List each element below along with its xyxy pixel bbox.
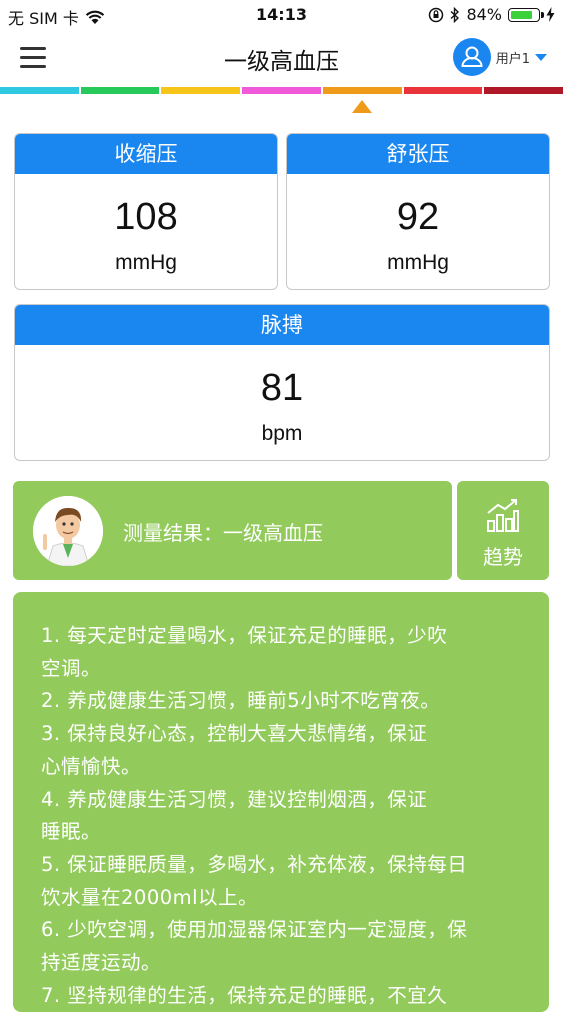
advice-line: 1. 每天定时定量喝水，保证充足的睡眠，少吹 [41,624,448,647]
result-text: 测量结果：一级高血压 [123,521,323,545]
chevron-down-icon[interactable] [535,53,547,61]
advice-line: 7. 坚持规律的生活，保持充足的睡眠，不宜久 [41,983,448,1007]
advice-line: 5. 保证睡眠质量，多喝水，补充体液，保持每日 [41,852,468,876]
systolic-value: 108 [114,196,178,238]
battery-icon [508,7,544,22]
result-panel: 测量结果：一级高血压 [13,481,452,580]
battery-percent: 84% [466,5,502,24]
advice-line: 2. 养成健康生活习惯，睡前5小时不吃宵夜。 [41,689,441,713]
charging-bolt-icon [546,7,555,22]
diastolic-value: 92 [396,196,440,238]
status-right: 84% [428,5,555,24]
advice-line: 睡眠。 [41,820,102,844]
pulse-value: 81 [260,367,304,409]
user-label[interactable]: 用户1 [496,48,530,67]
diastolic-card: 舒张压 92 mmHg [286,133,550,290]
level-segment [0,87,79,94]
bar-chart-trend-icon [487,499,519,532]
diastolic-unit: mmHg [387,251,449,274]
user-selector[interactable]: 用户1 [452,38,547,76]
level-segment [80,87,160,94]
advice-line: 空调。 [41,656,102,680]
pulse-unit: bpm [261,422,303,445]
level-pointer-icon [352,100,372,113]
advice-list: 1. 每天定时定量喝水，保证充足的睡眠，少吹 空调。 2. 养成健康生活习惯，睡前5… [41,620,526,1012]
orientation-lock-icon [429,7,444,22]
pulse-card: 脉搏 81 bpm [14,304,550,461]
trend-label[interactable]: 趋势 [457,541,549,570]
level-segment [161,87,241,94]
systolic-unit: mmHg [115,251,177,274]
systolic-card: 收缩压 108 mmHg [14,133,278,290]
advice-line: 6. 少吹空调，使用加湿器保证室内一定湿度，保 [41,918,468,942]
systolic-label: 收缩压 [15,134,277,174]
level-segment [484,87,563,94]
doctor-avatar-icon [33,496,103,566]
battery-fill [511,10,532,19]
advice-line: 3. 保持良好心态，控制大喜大悲情绪，保证 [41,722,428,746]
user-avatar-icon[interactable] [452,38,491,76]
level-segment [403,87,483,94]
trend-button[interactable]: 趋势 [457,481,549,580]
nav-bar: 一级高血压 用户1 [0,30,563,86]
advice-line: 4. 养成健康生活习惯，建议控制烟酒，保证 [41,787,428,811]
battery-tip [541,11,544,18]
bluetooth-icon [450,6,460,23]
bp-level-bar [0,87,563,94]
advice-line: 饮水量在2000ml以上。 [41,885,259,909]
pulse-label: 脉搏 [15,305,549,345]
level-segment [322,87,402,94]
status-bar: 无 SIM 卡 14:13 84% [0,0,563,30]
advice-panel: 1. 每天定时定量喝水，保证充足的睡眠，少吹 空调。 2. 养成健康生活习惯，睡前5… [13,592,549,1012]
diastolic-label: 舒张压 [287,134,549,174]
advice-line: 心情愉快。 [41,754,142,778]
level-segment [242,87,321,94]
advice-line: 持适度运动。 [41,951,162,975]
